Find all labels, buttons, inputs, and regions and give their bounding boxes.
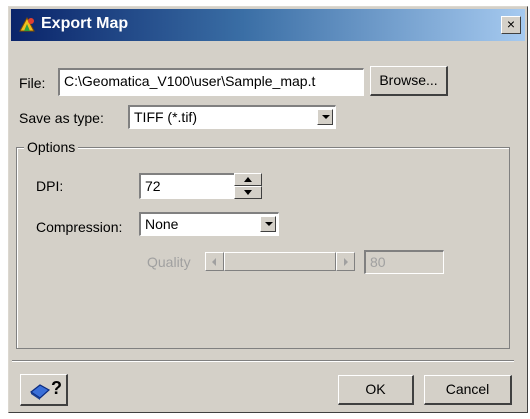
cancel-button[interactable]: Cancel xyxy=(424,375,512,405)
title-bar[interactable]: Export Map × xyxy=(11,9,525,41)
ok-label: OK xyxy=(365,381,386,397)
compression-select[interactable]: None xyxy=(139,212,279,236)
browse-button[interactable]: Browse... xyxy=(370,66,448,96)
spin-down-icon[interactable] xyxy=(234,186,262,199)
help-button[interactable]: ? xyxy=(20,374,68,406)
file-path-value: C:\Geomatica_V100\user\Sample_map.t xyxy=(64,73,316,89)
file-path-input[interactable]: C:\Geomatica_V100\user\Sample_map.t xyxy=(58,68,364,96)
quality-label: Quality xyxy=(147,254,191,270)
cancel-label: Cancel xyxy=(445,381,490,397)
dpi-input[interactable]: 72 xyxy=(139,173,235,199)
close-button[interactable]: × xyxy=(501,16,521,34)
help-question-mark: ? xyxy=(51,378,62,398)
file-label: File: xyxy=(19,75,46,91)
save-as-type-label: Save as type: xyxy=(19,110,104,126)
compression-value: None xyxy=(145,216,179,232)
spin-up-icon[interactable] xyxy=(234,173,262,186)
close-icon: × xyxy=(506,16,516,32)
window-title: Export Map xyxy=(41,15,129,32)
quality-value: 80 xyxy=(370,254,386,270)
quality-input[interactable]: 80 xyxy=(364,250,444,274)
compression-label: Compression: xyxy=(36,219,123,235)
quality-slider[interactable] xyxy=(205,252,355,271)
options-group xyxy=(16,147,510,349)
save-as-type-value: TIFF (*.tif) xyxy=(134,109,197,125)
ok-button[interactable]: OK xyxy=(338,375,414,405)
browse-label: Browse... xyxy=(379,72,438,88)
options-legend: Options xyxy=(24,139,79,155)
scroll-right-icon[interactable] xyxy=(336,252,355,271)
quality-slider-thumb[interactable] xyxy=(224,252,336,271)
dpi-spinner[interactable] xyxy=(234,173,262,199)
help-book-icon xyxy=(29,384,51,400)
scroll-left-icon[interactable] xyxy=(205,252,224,271)
dpi-value: 72 xyxy=(145,178,161,194)
save-as-type-select[interactable]: TIFF (*.tif) xyxy=(128,105,336,129)
footer-separator xyxy=(12,360,514,362)
chevron-down-icon[interactable] xyxy=(317,109,333,125)
chevron-down-icon[interactable] xyxy=(260,216,276,232)
app-icon xyxy=(19,16,35,32)
dpi-label: DPI: xyxy=(36,178,64,194)
